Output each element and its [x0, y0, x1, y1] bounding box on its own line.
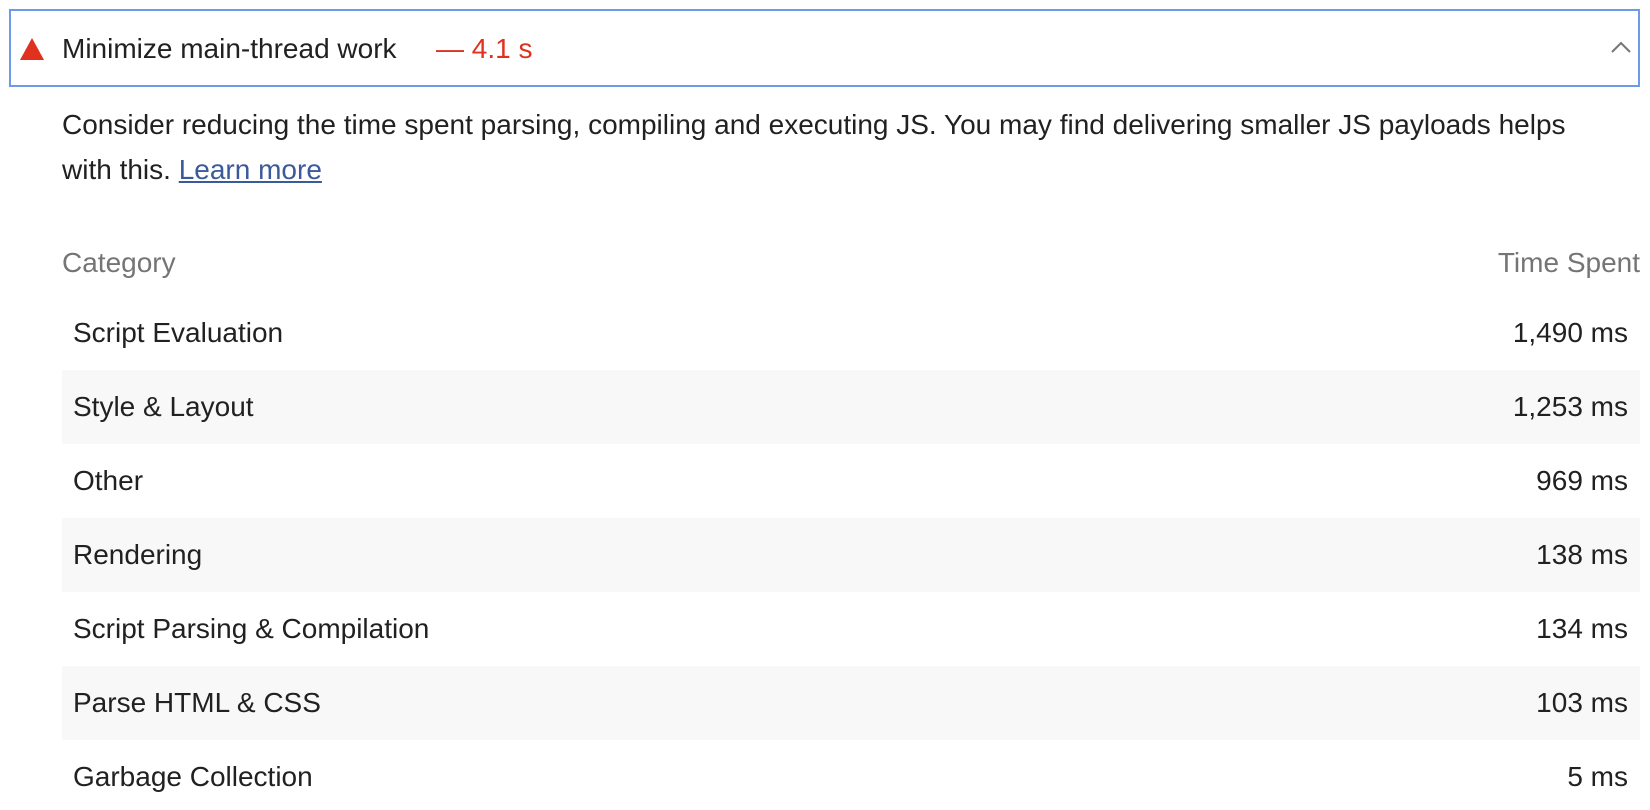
chevron-up-icon[interactable]	[1610, 39, 1632, 55]
warning-triangle-icon	[20, 38, 44, 60]
row-time: 969 ms	[1536, 465, 1628, 496]
learn-more-link[interactable]: Learn more	[179, 154, 322, 185]
column-header-category: Category	[62, 247, 176, 278]
details-table: Category Time Spent Script Evaluation 1,…	[62, 230, 1640, 810]
table-row: Rendering 138 ms	[62, 518, 1640, 592]
table-row: Parse HTML & CSS 103 ms	[62, 666, 1640, 740]
audit-description: Consider reducing the time spent parsing…	[62, 102, 1622, 192]
row-time: 1,490 ms	[1512, 317, 1628, 348]
audit-header-toggle[interactable]: Minimize main-thread work — 4.1 s	[9, 9, 1640, 87]
table-row: Other 969 ms	[62, 444, 1640, 518]
table-row: Style & Layout 1,253 ms	[62, 370, 1640, 444]
row-category: Script Evaluation	[73, 317, 284, 348]
audit-panel: Minimize main-thread work — 4.1 s Consid…	[0, 0, 1650, 810]
column-header-time-spent: Time Spent	[1497, 247, 1640, 278]
table-row: Garbage Collection 5 ms	[62, 740, 1640, 810]
audit-title: Minimize main-thread work	[62, 33, 397, 64]
audit-display-value: — 4.1 s	[436, 33, 533, 64]
row-time: 138 ms	[1536, 539, 1628, 570]
row-category: Style & Layout	[73, 391, 254, 422]
table-header: Category Time Spent	[62, 230, 1640, 296]
row-time: 1,253 ms	[1512, 391, 1628, 422]
row-time: 134 ms	[1536, 613, 1628, 644]
table-row: Script Evaluation 1,490 ms	[62, 296, 1640, 370]
table-row: Script Parsing & Compilation 134 ms	[62, 592, 1640, 666]
row-category: Parse HTML & CSS	[73, 687, 321, 718]
row-category: Rendering	[73, 539, 203, 570]
row-category: Garbage Collection	[73, 761, 313, 792]
row-time: 103 ms	[1536, 687, 1628, 718]
row-category: Script Parsing & Compilation	[73, 613, 430, 644]
row-category: Other	[73, 465, 144, 496]
row-time: 5 ms	[1567, 761, 1628, 792]
